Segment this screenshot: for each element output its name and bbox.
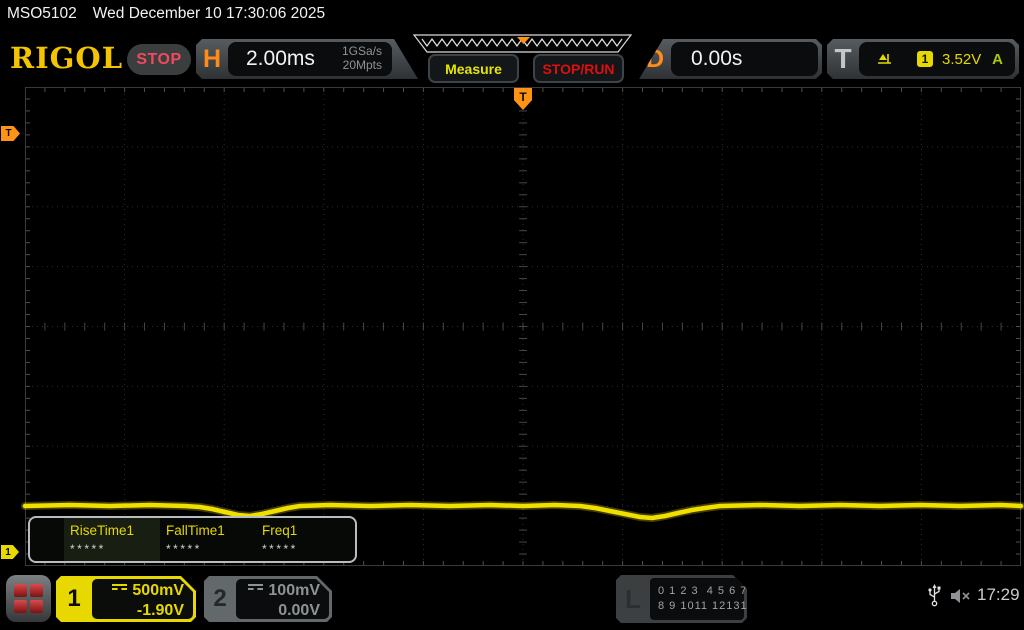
horizontal-label: H xyxy=(196,45,228,74)
delay-settings-block[interactable]: D 0.00s xyxy=(639,39,822,79)
memory-depth: 20Mpts xyxy=(343,58,382,72)
measurement-falltime[interactable]: FallTime1 ***** xyxy=(160,518,256,561)
horizontal-settings-block[interactable]: H 2.00ms 1GSa/s 20Mpts xyxy=(196,39,418,79)
run-state-indicator[interactable]: STOP xyxy=(127,44,191,75)
logic-channels-row2: 8 9 1011 12131415 xyxy=(658,599,744,614)
delay-label: D xyxy=(639,45,671,74)
measurement-value: ***** xyxy=(166,542,256,556)
trigger-label: T xyxy=(827,43,859,75)
dc-coupling-icon xyxy=(248,584,263,595)
speaker-muted-icon xyxy=(951,588,972,604)
datetime: Wed December 10 17:30:06 2025 xyxy=(93,5,325,22)
channel2-number: 2 xyxy=(204,576,236,622)
channel2-scale: 100mV xyxy=(268,582,320,599)
measurement-freq[interactable]: Freq1 ***** xyxy=(256,518,352,561)
channel1-scale: 500mV xyxy=(132,582,184,599)
channel1-offset: -1.90V xyxy=(92,601,184,621)
channel2-offset: 0.00V xyxy=(236,601,320,621)
function-menu-icon[interactable] xyxy=(6,575,51,622)
measurement-risetime[interactable]: RiseTime1 ***** xyxy=(64,518,160,561)
channel1-number: 1 xyxy=(56,576,92,622)
rigol-logo: RIGOL xyxy=(10,41,123,75)
measurement-overlay: RiseTime1 ***** FallTime1 ***** Freq1 **… xyxy=(28,516,357,563)
waveform-overview-strip[interactable] xyxy=(412,34,634,54)
stop-run-button[interactable]: STOP/RUN xyxy=(533,54,624,83)
timebase-value: 2.00ms xyxy=(246,47,315,71)
measurement-value: ***** xyxy=(262,542,352,556)
model-name: MSO5102 xyxy=(7,5,77,22)
trigger-source-badge: 1 xyxy=(917,51,933,67)
trigger-settings-block[interactable]: T 1 3.52V A xyxy=(827,39,1019,79)
trigger-level-value: 3.52V xyxy=(942,51,981,68)
measurement-label: Freq1 xyxy=(262,523,352,538)
usb-icon xyxy=(927,584,942,607)
menu-grid-icon xyxy=(14,584,43,613)
status-bar: MSO5102 Wed December 10 17:30:06 2025 xyxy=(7,5,325,23)
trigger-level-marker[interactable]: T xyxy=(1,126,20,141)
measurement-value: ***** xyxy=(70,542,160,556)
measurement-label: FallTime1 xyxy=(166,523,256,538)
measurement-label: RiseTime1 xyxy=(70,523,160,538)
delay-value: 0.00s xyxy=(691,47,742,71)
clock: 17:29 xyxy=(977,585,1020,605)
logic-label: L xyxy=(616,575,650,623)
graticule xyxy=(25,87,1021,566)
dc-coupling-icon xyxy=(112,584,127,595)
measure-button[interactable]: Measure xyxy=(428,54,519,83)
logic-channels-block[interactable]: L 0 1 2 3 4 5 6 7 8 9 1011 12131415 xyxy=(616,575,747,623)
trigger-sweep-mode: A xyxy=(992,51,1003,68)
edge-trigger-icon xyxy=(877,52,893,67)
logic-channels-row1: 0 1 2 3 4 5 6 7 xyxy=(658,584,744,599)
oscilloscope-screen: MSO5102 Wed December 10 17:30:06 2025 RIG… xyxy=(0,0,1024,630)
sample-rate: 1GSa/s xyxy=(342,44,382,58)
channel1-ground-marker[interactable]: 1 xyxy=(1,545,19,559)
channel2-status-block[interactable]: 2 100mV 0.00V xyxy=(204,576,332,622)
channel1-status-block[interactable]: 1 500mV -1.90V xyxy=(56,576,196,622)
